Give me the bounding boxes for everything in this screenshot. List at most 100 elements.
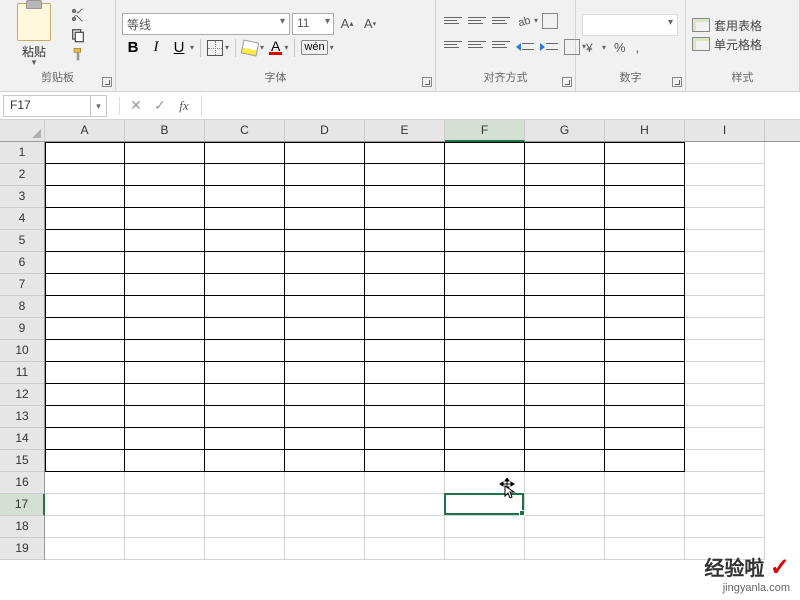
cell[interactable] [285, 472, 365, 494]
cell[interactable] [285, 230, 365, 252]
cell[interactable] [125, 494, 205, 516]
insert-function-button[interactable]: fx [173, 95, 195, 117]
cell[interactable] [605, 384, 685, 406]
cell[interactable] [125, 274, 205, 296]
cell[interactable] [605, 406, 685, 428]
cell[interactable] [685, 208, 765, 230]
cell[interactable] [125, 450, 205, 472]
cell[interactable] [285, 406, 365, 428]
cell[interactable] [285, 362, 365, 384]
cell-grid[interactable] [45, 142, 765, 560]
cell[interactable] [205, 384, 285, 406]
wrap-text-button[interactable] [542, 12, 558, 30]
column-header[interactable]: B [125, 120, 205, 141]
cell[interactable] [125, 164, 205, 186]
cell[interactable] [125, 208, 205, 230]
cell[interactable] [685, 252, 765, 274]
row-header[interactable]: 13 [0, 406, 44, 428]
cell[interactable] [525, 362, 605, 384]
row-header[interactable]: 16 [0, 472, 44, 494]
cell[interactable] [445, 472, 525, 494]
borders-button[interactable]: ▾ [205, 40, 231, 56]
cell[interactable] [205, 472, 285, 494]
column-header[interactable]: H [605, 120, 685, 141]
format-painter-button[interactable] [68, 47, 88, 63]
row-header[interactable]: 17 [0, 494, 45, 516]
cell[interactable] [125, 384, 205, 406]
column-header[interactable]: I [685, 120, 765, 141]
cell[interactable] [285, 516, 365, 538]
align-middle-button[interactable] [466, 12, 488, 30]
cell[interactable] [685, 186, 765, 208]
orientation-button[interactable]: ab▾ [514, 12, 540, 30]
cell[interactable] [685, 384, 765, 406]
cell[interactable] [445, 362, 525, 384]
cell[interactable] [525, 406, 605, 428]
cell[interactable] [525, 142, 605, 164]
cell[interactable] [125, 340, 205, 362]
row-header[interactable]: 11 [0, 362, 44, 384]
cell[interactable] [525, 274, 605, 296]
cell[interactable] [525, 516, 605, 538]
cell[interactable] [685, 494, 765, 516]
cell[interactable] [685, 362, 765, 384]
row-header[interactable]: 7 [0, 274, 44, 296]
cell[interactable] [685, 450, 765, 472]
cell[interactable] [45, 384, 125, 406]
fill-color-button[interactable]: ▾ [240, 41, 266, 55]
cell[interactable] [685, 406, 765, 428]
row-header[interactable]: 12 [0, 384, 44, 406]
cell[interactable] [605, 252, 685, 274]
font-name-combo[interactable]: 等线 [122, 13, 290, 35]
cell[interactable] [205, 428, 285, 450]
cell[interactable] [285, 318, 365, 340]
copy-button[interactable] [68, 27, 88, 43]
align-right-button[interactable] [490, 36, 512, 54]
cell[interactable] [445, 274, 525, 296]
cell[interactable] [285, 164, 365, 186]
cell[interactable] [205, 274, 285, 296]
increase-font-button[interactable]: A▴ [336, 13, 358, 35]
cell[interactable] [525, 318, 605, 340]
cell[interactable] [45, 186, 125, 208]
column-header[interactable]: D [285, 120, 365, 141]
cell[interactable] [445, 186, 525, 208]
row-header[interactable]: 15 [0, 450, 44, 472]
align-center-button[interactable] [466, 36, 488, 54]
cell[interactable] [365, 538, 445, 560]
cell[interactable] [205, 252, 285, 274]
cell[interactable] [45, 472, 125, 494]
cell[interactable] [445, 230, 525, 252]
cell[interactable] [205, 406, 285, 428]
cell[interactable] [605, 340, 685, 362]
cell[interactable] [605, 230, 685, 252]
cell[interactable] [365, 472, 445, 494]
cell[interactable] [365, 494, 445, 516]
row-header[interactable]: 5 [0, 230, 44, 252]
cell[interactable] [365, 274, 445, 296]
cell[interactable] [605, 208, 685, 230]
font-size-combo[interactable]: 11 [292, 13, 334, 35]
cancel-formula-button[interactable]: ✕ [125, 95, 147, 117]
italic-button[interactable]: I [145, 39, 167, 56]
clipboard-dialog-launcher[interactable] [102, 77, 112, 87]
cell[interactable] [525, 494, 605, 516]
cell[interactable] [685, 142, 765, 164]
cell[interactable] [365, 406, 445, 428]
cell[interactable] [205, 186, 285, 208]
cell[interactable] [45, 362, 125, 384]
cell[interactable] [605, 428, 685, 450]
number-dialog-launcher[interactable] [672, 77, 682, 87]
cell[interactable] [445, 494, 525, 516]
cell[interactable] [285, 384, 365, 406]
cell[interactable] [685, 340, 765, 362]
cell[interactable] [285, 208, 365, 230]
cell[interactable] [525, 208, 605, 230]
decrease-indent-button[interactable] [514, 36, 536, 58]
cell[interactable] [685, 230, 765, 252]
row-header[interactable]: 14 [0, 428, 44, 450]
cell[interactable] [605, 142, 685, 164]
cell[interactable] [45, 164, 125, 186]
cell[interactable] [285, 296, 365, 318]
cell[interactable] [205, 340, 285, 362]
